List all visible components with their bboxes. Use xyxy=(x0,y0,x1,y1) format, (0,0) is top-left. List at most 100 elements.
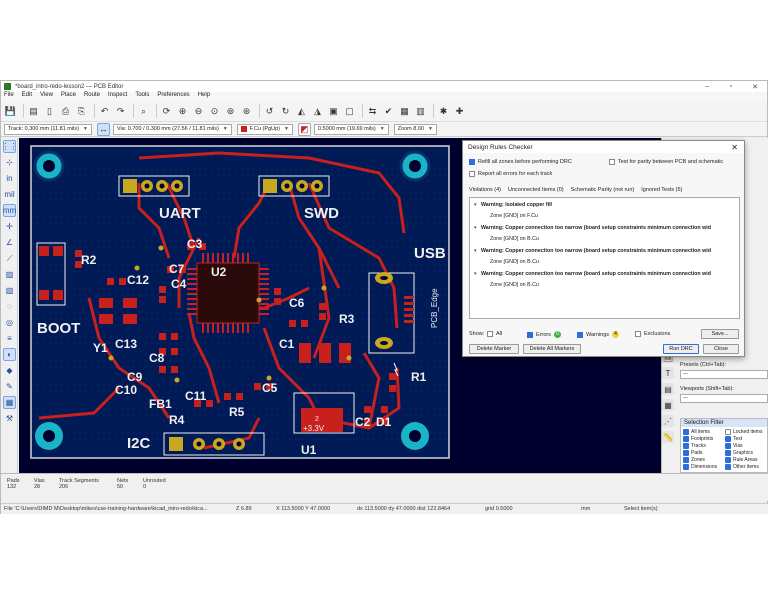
page-settings-icon[interactable]: ▯ xyxy=(43,105,56,118)
layer-select[interactable]: F.Cu (PgUp) ▼ xyxy=(236,123,293,135)
measure-tool-icon[interactable]: 📏 xyxy=(662,431,674,443)
menu-place[interactable]: Place xyxy=(61,92,76,101)
auto-width-icon[interactable]: ↔ xyxy=(96,122,110,136)
violation-detail[interactable]: Zone [GND] on B.Cu xyxy=(490,236,539,242)
units-mils-icon[interactable]: mil xyxy=(3,188,16,201)
filter-checkbox[interactable]: All items xyxy=(683,429,723,435)
violation-item[interactable]: ▾ Warning: Copper connection too narrow (… xyxy=(474,248,711,254)
table-tool-icon[interactable]: ▦ xyxy=(662,399,674,411)
filter-checkbox[interactable]: Other items xyxy=(725,464,765,470)
violation-item[interactable]: ▾ Warning: Copper connection too narrow (… xyxy=(474,225,711,231)
filter-checkbox[interactable]: Text xyxy=(725,436,765,442)
rotate-cw-icon[interactable]: ↻ xyxy=(279,105,292,118)
netlist-icon[interactable]: ⇆ xyxy=(366,105,379,118)
redo-icon[interactable]: ↷ xyxy=(114,105,127,118)
plot-icon[interactable]: ⎘ xyxy=(75,105,88,118)
tab-violations[interactable]: Violations (4) xyxy=(469,187,501,193)
save-button[interactable]: Save... xyxy=(701,329,739,339)
filter-checkbox[interactable]: Footprints xyxy=(683,436,723,442)
menu-preferences[interactable]: Preferences xyxy=(157,92,189,101)
refill-zones-checkbox[interactable]: Refill all zones before performing DRC xyxy=(469,159,572,165)
menu-route[interactable]: Route xyxy=(84,92,100,101)
zoom-select[interactable]: Zoom 8.00 ▼ xyxy=(393,123,437,135)
menu-edit[interactable]: Edit xyxy=(22,92,32,101)
menu-help[interactable]: Help xyxy=(198,92,210,101)
filter-checkbox[interactable]: Vias xyxy=(725,443,765,449)
zone-fill-icon[interactable]: ▨ xyxy=(3,268,16,281)
report-all-checkbox[interactable]: Report all errors for each track xyxy=(469,171,552,177)
tab-unconnected[interactable]: Unconnected Items (0) xyxy=(508,187,564,193)
find-icon[interactable]: ⌕ xyxy=(137,105,150,118)
board-setup-icon[interactable]: ▤ xyxy=(27,105,40,118)
minimize-icon[interactable]: – xyxy=(695,83,719,91)
via-sketch-icon[interactable]: ◎ xyxy=(3,316,16,329)
run-drc-button[interactable]: Run DRC xyxy=(663,344,699,354)
undo-icon[interactable]: ↶ xyxy=(98,105,111,118)
filter-checkbox[interactable]: Rule Areas xyxy=(725,457,765,463)
zoom-objects-icon[interactable]: ⊚ xyxy=(224,105,237,118)
save-icon[interactable]: 💾 xyxy=(4,105,17,118)
mirror-h-icon[interactable]: ◭ xyxy=(295,105,308,118)
filter-checkbox[interactable]: Pads xyxy=(683,450,723,456)
zoom-in-icon[interactable]: ⊕ xyxy=(176,105,189,118)
zoom-fit-icon[interactable]: ⊙ xyxy=(208,105,221,118)
show-errors-checkbox[interactable]: Errors 0 xyxy=(527,331,561,338)
net-color-icon[interactable]: ◆ xyxy=(3,364,16,377)
track-posture-icon[interactable]: ∠ xyxy=(3,236,16,249)
menu-file[interactable]: File xyxy=(4,92,14,101)
close-button[interactable]: Close xyxy=(703,344,739,354)
rotate-ccw-icon[interactable]: ↺ xyxy=(263,105,276,118)
violation-item[interactable]: ▾ Warning: Copper connection too narrow (… xyxy=(474,271,711,277)
tab-schematic-parity[interactable]: Schematic Parity (not run) xyxy=(571,187,635,193)
close-icon[interactable]: ✕ xyxy=(743,83,767,91)
via-size-select[interactable]: Via: 0.700 / 0.300 mm (27.56 / 11.81 mil… xyxy=(112,123,232,135)
drc-icon[interactable]: ✔ xyxy=(382,105,395,118)
violation-detail[interactable]: Zone [GND] on B.Cu xyxy=(490,259,539,265)
maximize-icon[interactable]: ▫ xyxy=(719,83,743,91)
filter-checkbox[interactable]: Tracks xyxy=(683,443,723,449)
drc-close-icon[interactable]: ✕ xyxy=(731,143,738,152)
footprint-editor-icon[interactable]: ▥ xyxy=(414,105,427,118)
textbox-tool-icon[interactable]: ▤ xyxy=(662,383,674,395)
menu-tools[interactable]: Tools xyxy=(135,92,149,101)
board-3d-icon[interactable]: ▦ xyxy=(398,105,411,118)
units-inch-icon[interactable]: in xyxy=(3,172,16,185)
appearance-icon[interactable]: ✎ xyxy=(3,380,16,393)
grid-select[interactable]: 0.5000 mm (19.69 mils) ▼ xyxy=(313,123,389,135)
zoom-out-icon[interactable]: ⊖ xyxy=(192,105,205,118)
filter-checkbox[interactable]: Locked items xyxy=(725,429,765,435)
group-icon[interactable]: ▣ xyxy=(327,105,340,118)
show-exclusions-checkbox[interactable]: Exclusions xyxy=(635,331,670,337)
polar-coords-icon[interactable]: ⊹ xyxy=(3,156,16,169)
violation-detail[interactable]: Zone [GND] on B.Cu xyxy=(490,282,539,288)
show-all-checkbox[interactable]: All xyxy=(487,331,502,337)
schematic-parity-checkbox[interactable]: Test for parity between PCB and schemati… xyxy=(609,159,723,165)
presets-select[interactable]: --- xyxy=(680,370,768,379)
pad-sketch-icon[interactable]: ◌ xyxy=(3,300,16,313)
violation-item[interactable]: ▾ Warning: Isolated copper fill xyxy=(474,202,552,208)
viewports-select[interactable]: --- xyxy=(680,394,768,403)
layers-manager-icon[interactable]: ▦ xyxy=(3,396,16,409)
ungroup-icon[interactable]: ▢ xyxy=(343,105,356,118)
print-icon[interactable]: ⎙ xyxy=(59,105,72,118)
filter-checkbox[interactable]: Graphics xyxy=(725,450,765,456)
units-mm-icon[interactable]: mm xyxy=(3,204,16,217)
violation-detail[interactable]: Zone [GND] on F.Cu xyxy=(490,213,538,219)
highcontrast-icon[interactable]: ◐ xyxy=(3,348,16,361)
plugin-icon[interactable]: ✚ xyxy=(453,105,466,118)
zone-outline-icon[interactable]: ▧ xyxy=(3,284,16,297)
filter-checkbox[interactable]: Dimensions xyxy=(683,464,723,470)
properties-icon[interactable]: ⚒ xyxy=(3,412,16,425)
grid-toggle-icon[interactable]: ⋮⋮ xyxy=(2,140,18,153)
menu-view[interactable]: View xyxy=(40,92,53,101)
mirror-v-icon[interactable]: ◮ xyxy=(311,105,324,118)
layer-pair-icon[interactable]: ◩ xyxy=(297,122,311,136)
track-width-select[interactable]: Track: 0.300 mm (11.81 mils) ▼ xyxy=(4,123,92,135)
ratsnest-icon[interactable]: ⟋ xyxy=(3,252,16,265)
track-sketch-icon[interactable]: ≡ xyxy=(3,332,16,345)
menu-inspect[interactable]: Inspect xyxy=(108,92,127,101)
refresh-icon[interactable]: ⟳ xyxy=(160,105,173,118)
scripting-icon[interactable]: ✱ xyxy=(437,105,450,118)
show-warnings-checkbox[interactable]: Warnings 4 xyxy=(577,331,620,338)
tab-ignored-tests[interactable]: Ignored Tests (5) xyxy=(641,187,682,193)
